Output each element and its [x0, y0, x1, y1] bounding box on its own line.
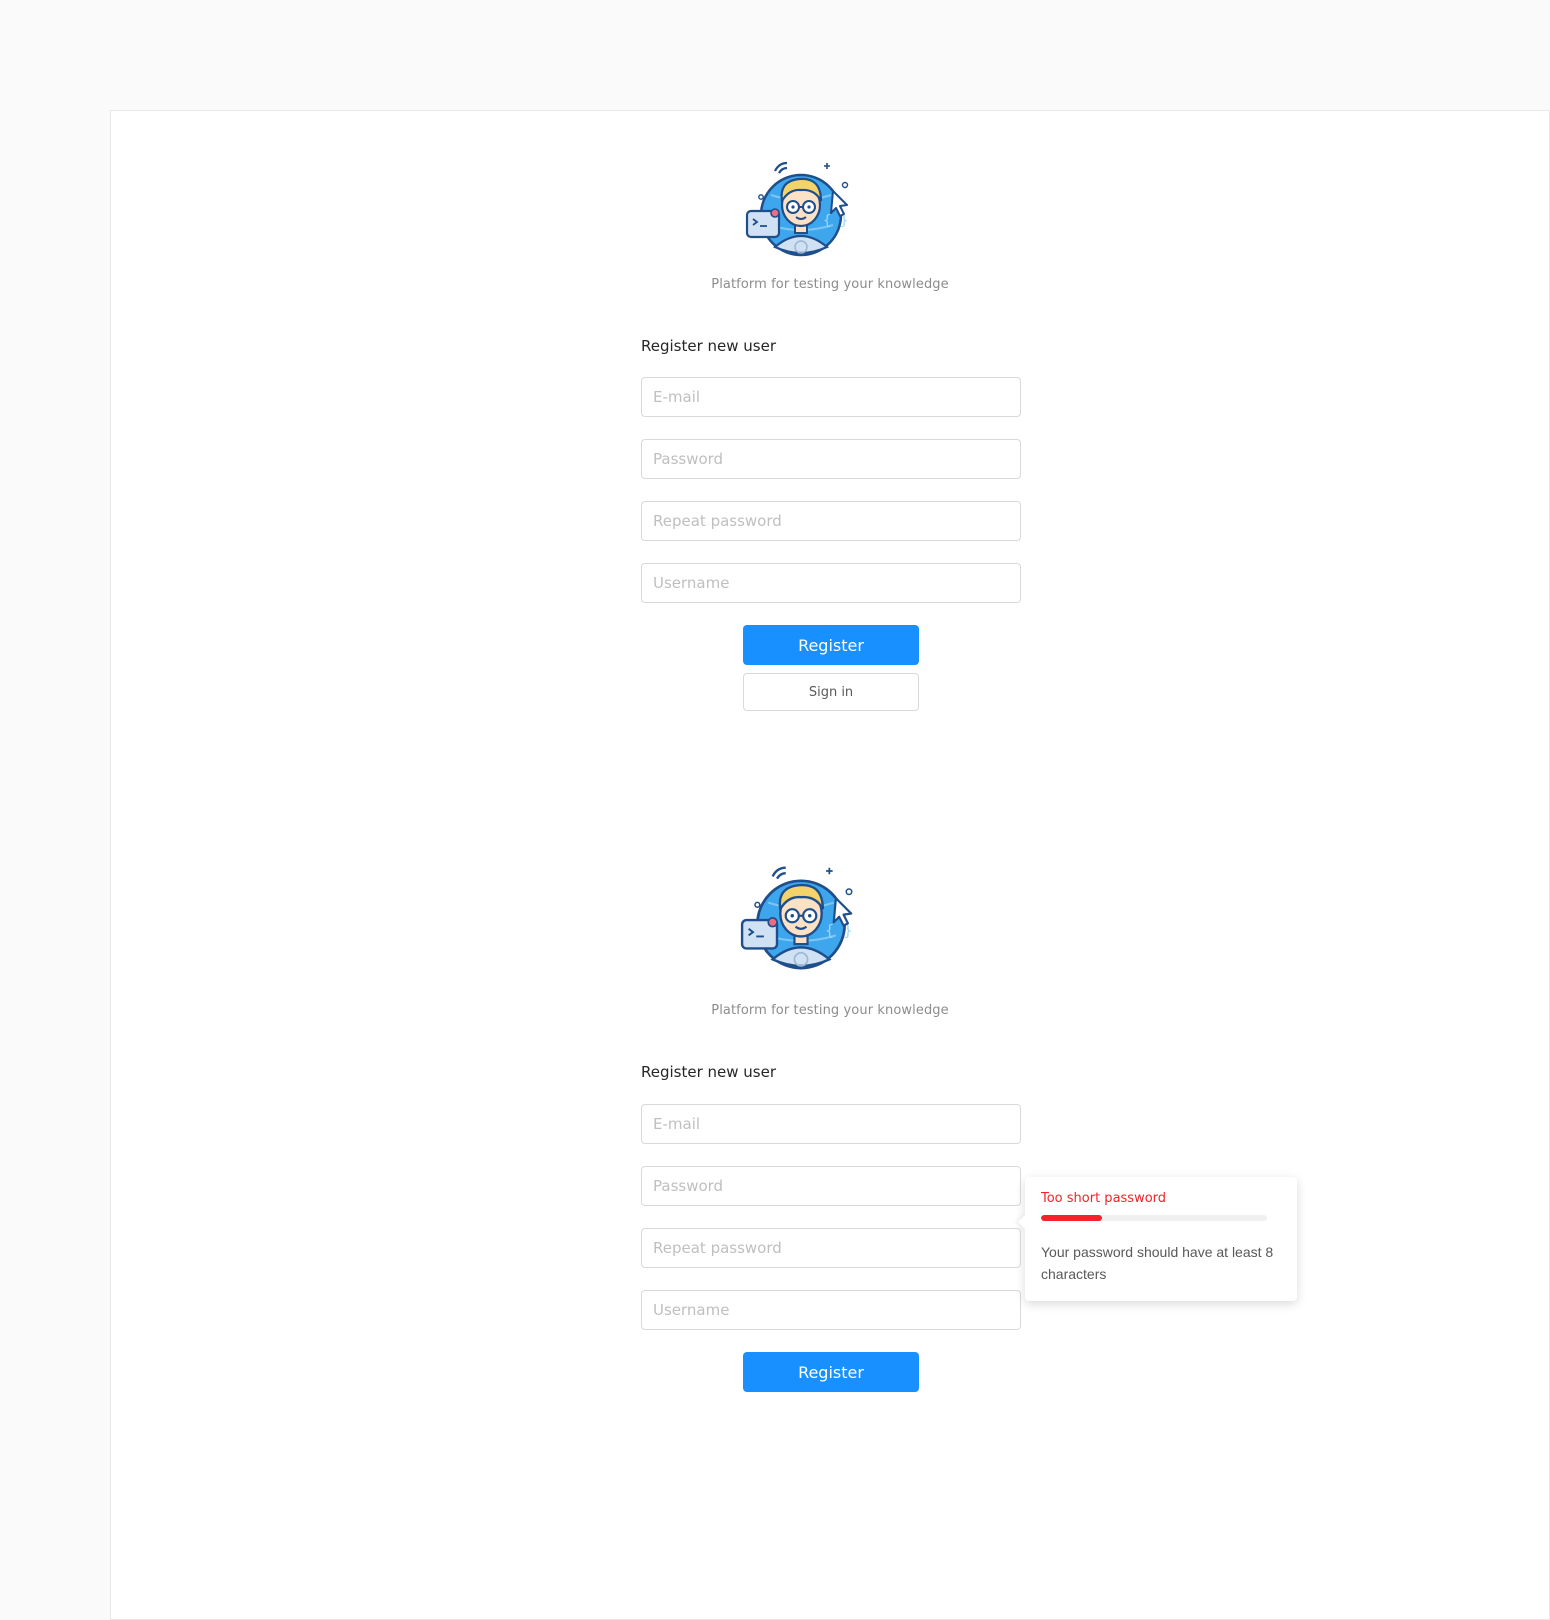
repeat-password-field[interactable] — [641, 501, 1021, 541]
repeat-password-field[interactable] — [641, 1228, 1021, 1268]
password-field[interactable] — [641, 1166, 1021, 1206]
password-strength-bar — [1041, 1215, 1267, 1221]
username-field[interactable] — [641, 1290, 1021, 1330]
register-button[interactable]: Register — [743, 1352, 919, 1392]
email-field[interactable] — [641, 1104, 1021, 1144]
sign-in-button[interactable]: Sign in — [743, 673, 919, 711]
password-field[interactable] — [641, 439, 1021, 479]
form-title: Register new user — [641, 337, 777, 355]
password-strength-title: Too short password — [1041, 1191, 1167, 1206]
tagline: Platform for testing your knowledge — [711, 277, 949, 292]
username-field[interactable] — [641, 563, 1021, 603]
password-strength-popover: Too short password Your password should … — [1017, 1177, 1297, 1301]
developer-avatar-icon: { } — [745, 161, 848, 257]
developer-avatar-icon: { } — [740, 866, 853, 970]
content-card: { } Platform for testing your knowledge … — [110, 110, 1550, 1620]
password-strength-message: Your password should have at least 8 cha… — [1041, 1244, 1274, 1282]
email-field[interactable] — [641, 377, 1021, 417]
form-title: Register new user — [641, 1063, 777, 1081]
svg-text:{ }: { } — [823, 213, 848, 229]
register-button[interactable]: Register — [743, 625, 919, 665]
tagline: Platform for testing your knowledge — [711, 1003, 949, 1018]
password-strength-fill — [1041, 1215, 1103, 1221]
popover-arrow — [1017, 1214, 1033, 1230]
